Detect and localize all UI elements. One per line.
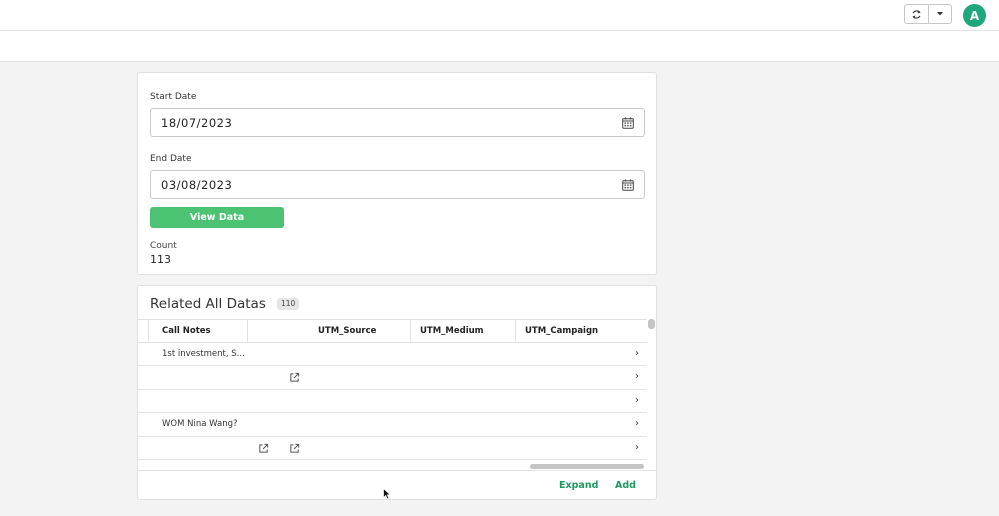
chevron-right-icon[interactable]: › bbox=[635, 418, 639, 429]
start-date-input[interactable]: 18/07/2023 bbox=[150, 108, 645, 137]
table-row[interactable]: › bbox=[138, 390, 647, 414]
related-data-table: Call Notes UTM_Source UTM_Medium UTM_Cam… bbox=[138, 319, 647, 460]
table-row[interactable]: 1st investment, S... › bbox=[138, 343, 647, 367]
refresh-icon bbox=[912, 9, 921, 19]
end-date-input[interactable]: 03/08/2023 bbox=[150, 170, 645, 199]
card-footer-divider bbox=[138, 470, 656, 471]
view-data-button[interactable]: View Data bbox=[150, 207, 284, 228]
external-link-icon[interactable] bbox=[258, 443, 269, 454]
refresh-button-group bbox=[904, 4, 952, 24]
table-row[interactable]: › bbox=[138, 437, 647, 460]
expand-button[interactable]: Expand bbox=[559, 480, 598, 491]
column-header-utm-source[interactable]: UTM_Source bbox=[318, 320, 376, 343]
add-button[interactable]: Add bbox=[615, 480, 636, 491]
count-label: Count bbox=[150, 241, 177, 251]
related-data-card: Related All Datas 110 Call Notes UTM_Sou… bbox=[137, 285, 657, 500]
external-link-icon[interactable] bbox=[289, 372, 300, 383]
column-header-utm-medium[interactable]: UTM_Medium bbox=[420, 320, 484, 343]
chevron-right-icon[interactable]: › bbox=[635, 442, 639, 453]
related-title: Related All Datas bbox=[150, 296, 266, 312]
count-value: 113 bbox=[150, 253, 171, 266]
column-header-call-notes[interactable]: Call Notes bbox=[162, 320, 211, 343]
external-link-icon[interactable] bbox=[289, 443, 300, 454]
vertical-scrollbar[interactable] bbox=[648, 319, 655, 329]
call-notes-cell: 1st investment, S... bbox=[162, 349, 245, 359]
calendar-icon[interactable] bbox=[622, 179, 634, 191]
refresh-button[interactable] bbox=[905, 5, 928, 23]
column-header-utm-campaign[interactable]: UTM_Campaign bbox=[525, 320, 598, 343]
end-date-value: 03/08/2023 bbox=[161, 178, 233, 192]
start-date-label: Start Date bbox=[150, 92, 197, 102]
table-header: Call Notes UTM_Source UTM_Medium UTM_Cam… bbox=[138, 319, 647, 343]
end-date-label: End Date bbox=[150, 154, 192, 164]
horizontal-scrollbar[interactable] bbox=[530, 464, 644, 469]
refresh-options-dropdown[interactable] bbox=[928, 5, 951, 23]
mouse-cursor-icon bbox=[383, 488, 391, 500]
chevron-right-icon[interactable]: › bbox=[635, 348, 639, 359]
related-count-badge: 110 bbox=[277, 298, 300, 310]
calendar-icon[interactable] bbox=[622, 117, 634, 129]
chevron-right-icon[interactable]: › bbox=[635, 395, 639, 406]
table-row[interactable]: WOM Nina Wang? › bbox=[138, 413, 647, 437]
call-notes-cell: WOM Nina Wang? bbox=[162, 419, 238, 430]
date-filter-card: Start Date 18/07/2023 End Date 03/08/202… bbox=[137, 72, 657, 275]
table-row[interactable]: › bbox=[138, 366, 647, 390]
top-bar: A bbox=[0, 0, 999, 31]
start-date-value: 18/07/2023 bbox=[161, 116, 233, 130]
sub-header bbox=[0, 31, 999, 62]
caret-down-icon bbox=[937, 12, 943, 16]
avatar[interactable]: A bbox=[963, 4, 986, 27]
chevron-right-icon[interactable]: › bbox=[635, 371, 639, 382]
